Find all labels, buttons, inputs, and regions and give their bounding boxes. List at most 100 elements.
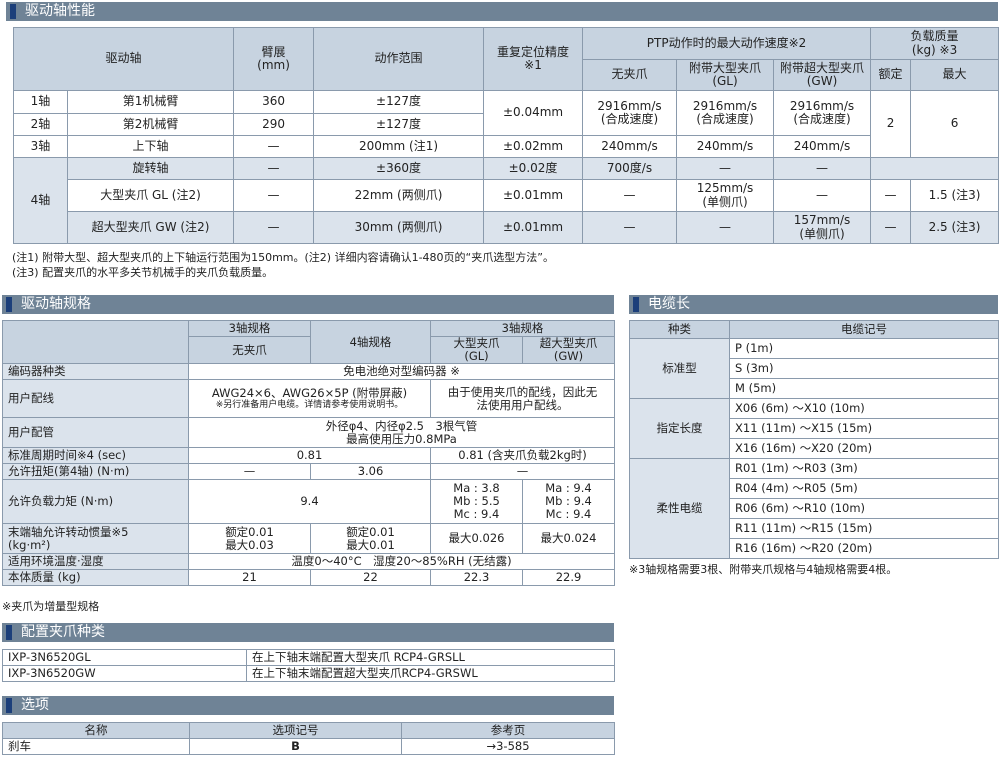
table-row: 3轴 上下轴 — 200mm (注1) ±0.02mm 240mm/s 240m… [13,135,999,158]
gripper-model: IXP-3N6520GW [2,665,247,682]
repeat-value: ±0.01mm [483,211,584,244]
cable-code: R11 (11m) ～R15 (15m) [729,518,999,539]
col-repeat: 重复定位精度 ※1 [483,27,584,91]
load-rated: — [870,211,912,244]
table-row: 末端轴允许转动惯量※5 (kg·m²) 额定0.01 最大0.03 额定0.01… [2,523,616,554]
range-value: ±127度 [313,90,485,114]
col-code: 电缆记号 [729,320,999,339]
repeat-value: ±0.04mm [483,90,584,136]
arm-value: 360 [233,90,315,114]
spec-value: 免电池绝对型编码器 ※ [187,363,616,380]
table-row: 允许负载力矩 (N·m) 9.4 Ma : 3.8 Mb : 5.5 Mc : … [2,479,616,524]
repeat-value: ±0.01mm [483,179,584,212]
table-row: IXP-3N6520GW 在上下轴末端配置超大型夹爪RCP4-GRSWL [2,665,615,682]
spec-value: — [188,463,311,480]
table-row: 允许扭矩(第4轴) (N·m) — 3.06 — [2,463,616,480]
col-option-code: 选项记号 [189,722,402,739]
spec-value: 3.06 [310,463,431,480]
gripper-desc: 在上下轴末端配置大型夹爪 RCP4-GRSLL [246,649,615,666]
gripper-model: IXP-3N6520GL [2,649,247,666]
col-3axis-grip: 3轴规格 [429,320,616,337]
col-rated: 额定 [870,59,912,91]
arm-value: 290 [233,113,315,136]
speed-gw: 240mm/s [773,135,872,158]
cable-code: R16 (16m) ～R20 (20m) [729,538,999,559]
range-value: 30mm (两侧爪) [313,211,485,244]
table-row: 刹车 B →3-585 [2,738,615,755]
gripper-desc: 在上下轴末端配置超大型夹爪RCP4-GRSWL [246,665,615,682]
spec-value: 0.81 (含夹爪负载2kg时) [429,447,616,464]
col-ptp: PTP动作时的最大动作速度※2 [582,27,872,60]
section-header-cable: 电缆长 [629,295,998,314]
table-row: 柔性电缆 R01 (1m) ～R03 (3m) [629,458,999,559]
spec-label: 编码器种类 [2,363,189,380]
note-line: (注3) 配置夹爪的水平多关节机械手的夹爪负载质量。 [12,266,274,279]
section-header-gripper: 配置夹爪种类 [2,623,614,642]
cable-code: X16 (16m) ～X20 (20m) [729,438,999,459]
cable-code: P (1m) [729,338,999,359]
col-gl: 大型夹爪 (GL) [430,336,523,364]
spec-label: 用户配线 [2,379,189,418]
speed-no-grip: 700度/s [582,157,678,180]
load-max: 6 [910,90,1000,158]
spec-value: 22.3 [430,569,523,586]
spec-note: ※夹爪为增量型规格 [2,600,100,613]
spec-value: 由于使用夹爪的配线，因此无 法使用用户配线。 [429,379,616,418]
table-row: 用户配线 AWG24×6、AWG26×5P (附带屏蔽) ※另行准备用户电缆。详… [2,379,616,418]
spec-value: AWG24×6、AWG26×5P (附带屏蔽) ※另行准备用户电缆。详情请参考使… [188,379,431,418]
speed-gw: 2916mm/s (合成速度) [773,90,872,136]
cable-type: 指定长度 [629,398,730,459]
axis-name: 旋转轴 [66,157,235,180]
section-header-options: 选项 [2,696,614,715]
options-table: 名称 选项记号 参考页 刹车 B →3-585 [2,722,615,755]
table-row: 编码器种类 免电池绝对型编码器 ※ [2,363,616,380]
spec-value: 0.81 [188,447,431,464]
load-rated: 2 [870,90,912,158]
table-row: 适用环境温度·湿度 温度0～40°C 湿度20～85%RH (无结露) [2,553,616,570]
wiring-note: ※另行准备用户电缆。详情请参考使用说明书。 [215,399,404,410]
spec-label: 允许负载力矩 (N·m) [2,479,189,524]
range-value: 200mm (注1) [313,135,485,158]
speed-no-grip: — [582,179,678,212]
axis-no: 1轴 [13,90,68,114]
speed-gw: — [773,179,872,212]
spec-value: — [429,463,616,480]
table-row: 用户配管 外径φ4、内径φ2.5 3根气管 最高使用压力0.8MPa [2,417,616,448]
speed-gl: 125mm/s (单侧爪) [676,179,775,212]
spec-label: 适用环境温度·湿度 [2,553,189,570]
spec-value: 温度0～40°C 湿度20～85%RH (无结露) [187,553,616,570]
speed-gw: — [773,157,872,180]
section-header-spec: 驱动轴规格 [2,295,614,314]
spec-value: 最大0.026 [430,523,523,554]
axis-name: 第2机械臂 [66,113,235,136]
gripper-table: IXP-3N6520GL 在上下轴末端配置大型夹爪 RCP4-GRSLL IXP… [2,649,615,682]
load-rated: — [870,179,912,212]
spec-value: 22 [310,569,431,586]
col-axis: 驱动轴 [12,27,235,91]
performance-table: 驱动轴 臂展 (mm) 动作范围 重复定位精度 ※1 PTP动作时的最大动作速度… [12,27,1000,244]
speed-gl: 240mm/s [676,135,775,158]
spec-value: 最大0.024 [521,523,616,554]
cable-code: X11 (11m) ～X15 (15m) [729,418,999,439]
spec-label: 用户配管 [2,417,189,448]
col-type: 种类 [629,320,730,339]
repeat-value: ±0.02mm [483,135,584,158]
spec-value: Ma : 3.8 Mb : 5.5 Mc : 9.4 [430,479,523,524]
speed-no-grip: — [582,211,678,244]
col-range: 动作范围 [313,27,485,91]
spec-value: 外径φ4、内径φ2.5 3根气管 最高使用压力0.8MPa [187,417,616,448]
spec-table: 3轴规格 4轴规格 3轴规格 无夹爪 大型夹爪 (GL) 超大型夹爪 (GW) … [2,320,616,586]
speed-gl: — [676,157,775,180]
load-max: 1.5 (注3) [910,179,1000,212]
cable-code: X06 (6m) ～X10 (10m) [729,398,999,419]
col-load: 负载质量 (kg) ※3 [870,27,1000,60]
cable-code: R06 (6m) ～R10 (10m) [729,498,999,519]
table-row: 标准型 P (1m) [629,338,999,399]
table-row: 本体质量 (kg) 21 22 22.3 22.9 [2,569,616,586]
col-gl: 附带大型夹爪 (GL) [676,59,775,91]
table-row: 大型夹爪 GL (注2) — 22mm (两侧爪) ±0.01mm — 125m… [14,179,1000,212]
col-max: 最大 [910,59,1000,91]
spec-value: Ma : 9.4 Mb : 9.4 Mc : 9.4 [521,479,616,524]
load-empty [870,157,1000,180]
axis-name: 大型夹爪 GL (注2) [66,179,235,212]
